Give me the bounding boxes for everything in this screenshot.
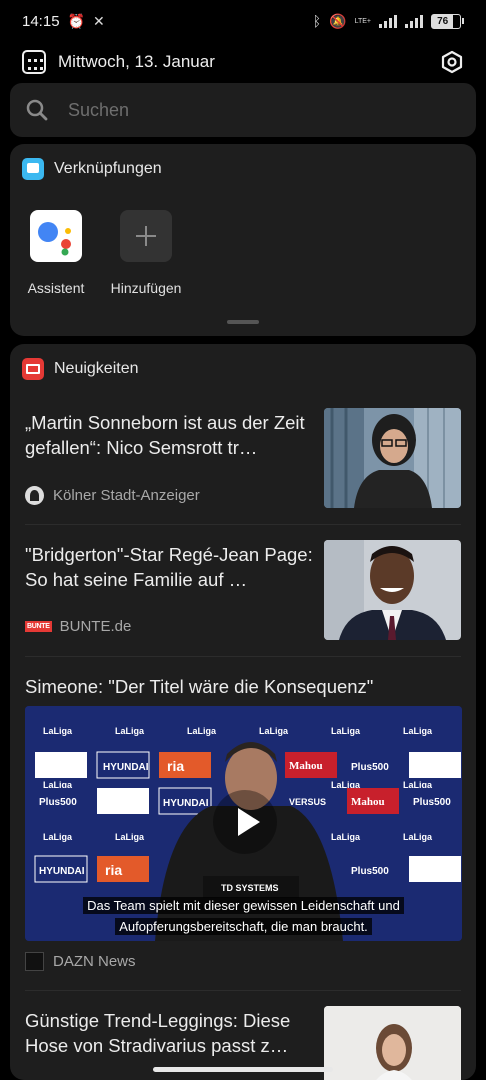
shortcut-assistant[interactable]: Assistent [24,210,88,296]
news-header: Neuigkeiten [10,344,476,394]
svg-text:LaLiga: LaLiga [187,726,217,736]
date-bar: Mittwoch, 13. Januar [0,44,486,80]
shortcut-label: Hinzufügen [110,280,182,296]
svg-text:LaLiga: LaLiga [259,726,289,736]
bluetooth-icon: ᛒ [312,13,322,29]
date-label[interactable]: Mittwoch, 13. Januar [58,52,215,72]
news-icon [22,358,44,380]
article-title: Günstige Trend-Leggings: Diese Hose von … [25,1010,291,1056]
article-thumbnail [324,540,461,640]
svg-text:HYUNDAI: HYUNDAI [163,798,209,809]
alarm-off-icon: 🔕 [329,12,347,29]
mute-icon: ✕ [92,12,105,29]
article-thumbnail [324,1006,461,1080]
svg-text:Mahou: Mahou [351,796,385,808]
svg-text:LaLiga: LaLiga [115,726,145,736]
svg-text:Plus500: Plus500 [413,797,451,808]
svg-text:VERSUS: VERSUS [289,797,326,807]
battery-level: 76 [432,14,454,28]
shortcut-add[interactable]: Hinzufügen [111,210,181,296]
alarm-icon: ⏰ [67,12,85,29]
news-article[interactable]: "Bridgerton"-Star Regé-Jean Page: So hat… [10,540,476,656]
svg-text:ria: ria [105,862,122,878]
settings-icon[interactable] [440,50,464,74]
article-thumbnail [324,408,461,508]
search-input[interactable]: Suchen [68,100,129,121]
video-subtitle: Aufopferungsbereitschaft, die man brauch… [25,918,462,935]
shortcuts-header: Verknüpfungen [10,144,476,194]
svg-text:Plus500: Plus500 [351,762,389,773]
shortcut-label: Assistent [27,280,85,296]
svg-text:LaLiga: LaLiga [115,832,145,842]
divider [25,524,461,525]
article-title: „Martin Sonneborn ist aus der Zeit gefal… [25,412,305,458]
signal-icon [379,14,397,28]
svg-text:Mahou: Mahou [289,760,323,772]
article-source: Kölner Stadt-Anzeiger [25,486,200,505]
divider [25,990,461,991]
dazn-logo-icon [25,952,44,971]
svg-text:LaLiga: LaLiga [43,832,73,842]
video-subtitle: Das Team spielt mit dieser gewissen Leid… [25,897,462,914]
news-card: Neuigkeiten „Martin Sonneborn ist aus de… [10,344,476,1080]
article-source: BUNTE BUNTE.de [25,618,132,635]
google-assistant-icon [30,210,82,262]
shortcuts-title: Verknüpfungen [54,160,162,177]
news-article[interactable]: „Martin Sonneborn ist aus der Zeit gefal… [10,408,476,524]
shortcuts-card: Verknüpfungen Assistent Hinzufügen [10,144,476,336]
status-bar: 14:15 ⏰ ✕ ᛒ 🔕 LTE+ 76 [0,0,486,42]
article-source: DAZN News [25,952,136,971]
svg-text:ria: ria [167,758,184,774]
svg-text:HYUNDAI: HYUNDAI [39,866,85,877]
battery-icon: 76 [431,13,464,29]
search-icon [26,99,48,121]
video-player[interactable]: LaLiga LaLiga LaLiga LaLiga LaLiga LaLiga LaL… [25,706,462,941]
svg-text:LaLiga: LaLiga [331,726,361,736]
source-logo-icon [25,486,44,505]
divider [25,656,461,657]
article-title: Simeone: "Der Titel wäre die Konsequenz" [25,676,374,697]
plus-icon [120,210,172,262]
svg-text:LaLiga: LaLiga [43,726,73,736]
svg-text:LaLiga: LaLiga [403,726,433,736]
gesture-nav-bar[interactable] [153,1067,333,1072]
news-title: Neuigkeiten [54,360,139,377]
shortcuts-icon [22,158,44,180]
signal-icon-2 [405,14,423,28]
collapse-handle[interactable] [227,320,259,324]
svg-text:LaLiga: LaLiga [403,832,433,842]
play-icon[interactable] [213,790,277,854]
svg-text:LaLiga: LaLiga [331,832,361,842]
svg-text:HYUNDAI: HYUNDAI [103,762,149,773]
bunte-logo-icon: BUNTE [25,621,52,632]
search-bar[interactable]: Suchen [10,83,476,137]
svg-text:TD SYSTEMS: TD SYSTEMS [221,883,279,893]
calendar-icon[interactable] [22,50,46,74]
article-title: "Bridgerton"-Star Regé-Jean Page: So hat… [25,544,313,590]
svg-text:Plus500: Plus500 [39,797,77,808]
svg-text:Plus500: Plus500 [351,866,389,877]
network-type-label: LTE+ [354,17,371,25]
status-time: 14:15 [22,12,60,30]
news-article-video[interactable]: Simeone: "Der Titel wäre die Konsequenz"… [10,672,476,972]
